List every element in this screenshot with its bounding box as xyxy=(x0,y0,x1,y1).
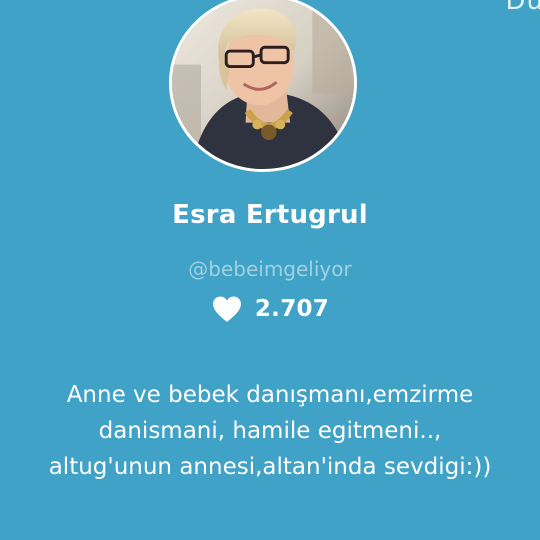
profile-bio: Anne ve bebek danışmanı,emzirme danisman… xyxy=(10,377,530,485)
top-right-partial-button-label[interactable]: Du xyxy=(506,0,540,16)
bio-line: altug'unun annesi,altan'inda sevdigi:)) xyxy=(48,454,492,480)
likes-count: 2.707 xyxy=(254,296,330,322)
profile-avatar xyxy=(169,0,357,172)
bio-line: Anne ve bebek danışmanı,emzirme xyxy=(66,382,474,408)
profile-username[interactable]: @bebeimgeliyor xyxy=(0,257,540,281)
heart-icon xyxy=(211,295,243,323)
profile-name: Esra Ertugrul xyxy=(172,200,368,230)
bio-line: danismani, hamile egitmeni.., xyxy=(98,418,442,444)
likes-counter: 2.707 xyxy=(0,295,540,323)
